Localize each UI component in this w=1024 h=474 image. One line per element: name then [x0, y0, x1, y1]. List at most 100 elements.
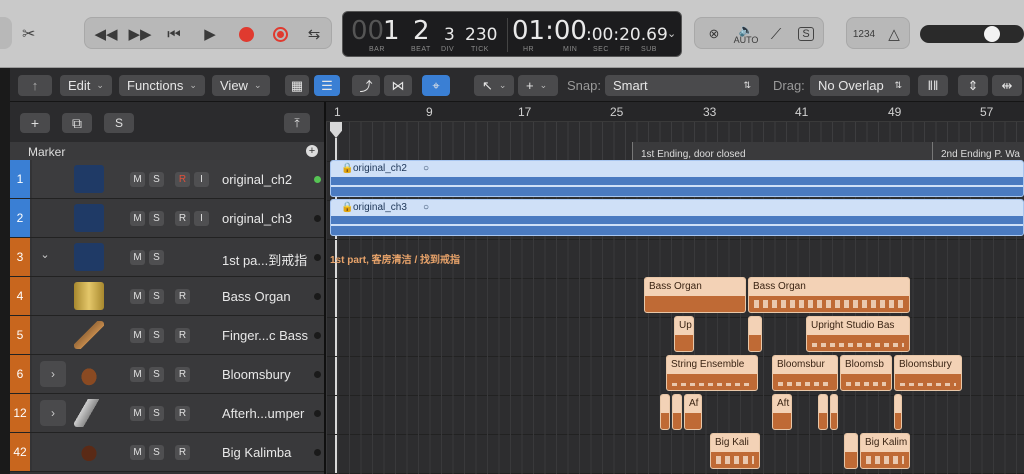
play-icon[interactable]: ▶	[193, 18, 227, 50]
folder-region-label[interactable]: 1st part, 客房清洁 / 找到戒指	[330, 251, 460, 266]
go-to-beginning-icon[interactable]: ⏮	[157, 18, 191, 50]
midi-region[interactable]	[748, 316, 762, 352]
auto-button[interactable]: 🔈 AUTO	[729, 18, 763, 50]
midi-region[interactable]: String Ensemble	[666, 355, 758, 391]
secondary-tool-menu[interactable]: + ⌄	[518, 75, 558, 96]
record-enable-button[interactable]: R	[175, 211, 190, 226]
track-header[interactable]: M S R Bass Organ	[32, 277, 324, 315]
midi-region[interactable]: Aft	[772, 394, 792, 430]
back-arrow-button[interactable]: ↑	[18, 75, 52, 96]
midi-region[interactable]: Big Kalim	[860, 433, 910, 469]
chevron-down-icon[interactable]: ⌄	[667, 27, 676, 40]
midi-region[interactable]	[672, 394, 682, 430]
volume-knob[interactable]	[984, 26, 1000, 42]
chevron-right-icon[interactable]: ›	[40, 361, 66, 387]
record-enable-button[interactable]: R	[175, 328, 190, 343]
midi-region[interactable]: Bloomsb	[840, 355, 892, 391]
mute-button[interactable]: M	[130, 211, 145, 226]
list-view-icon[interactable]: ☰	[314, 75, 340, 96]
scissors-icon[interactable]: ✂	[22, 24, 35, 44]
solo-icon[interactable]: S	[789, 18, 823, 50]
midi-region[interactable]: Bloomsbury	[894, 355, 962, 391]
mute-button[interactable]: M	[130, 328, 145, 343]
track-name[interactable]: original_ch2	[222, 172, 292, 187]
record-enable-button[interactable]: R	[175, 406, 190, 421]
count-in-button[interactable]: 1234	[847, 18, 881, 50]
track-header[interactable]: ⌄ M S 1st pa...到戒指	[32, 238, 324, 276]
midi-region[interactable]: Big Kali	[710, 433, 760, 469]
edit-menu[interactable]: Edit ⌄	[60, 75, 112, 96]
track-row[interactable]: 5 M S R Finger...c Bass	[10, 316, 324, 355]
chevron-down-icon[interactable]: ⌄	[36, 248, 54, 266]
solo-button[interactable]: S	[149, 445, 164, 460]
mute-button[interactable]: M	[130, 289, 145, 304]
waveform-zoom-icon[interactable]: ‖‖	[918, 75, 948, 96]
solo-button[interactable]: S	[149, 250, 164, 265]
track-name[interactable]: original_ch3	[222, 211, 292, 226]
vertical-zoom-icon[interactable]: ⇕	[958, 75, 988, 96]
record-enable-button[interactable]: R	[175, 289, 190, 304]
midi-region[interactable]	[830, 394, 838, 430]
automation-icon[interactable]: ⤴	[352, 75, 380, 96]
record-enable-button[interactable]: R	[175, 445, 190, 460]
mute-button[interactable]: M	[130, 367, 145, 382]
track-name[interactable]: Finger...c Bass	[222, 328, 308, 343]
input-monitor-button[interactable]: I	[194, 172, 209, 187]
solo-button[interactable]: S	[149, 406, 164, 421]
track-header[interactable]: M S R I original_ch3	[32, 199, 324, 237]
track-header[interactable]: M S R I original_ch2	[32, 160, 324, 198]
track-header[interactable]: M S R Big Kalimba	[32, 433, 324, 471]
mute-button[interactable]: M	[130, 172, 145, 187]
record-enable-button[interactable]: R	[175, 367, 190, 382]
midi-region[interactable]: Af	[684, 394, 702, 430]
track-header[interactable]: › M S R Bloomsbury	[32, 355, 324, 393]
mute-button[interactable]: M	[130, 250, 145, 265]
arrange-area[interactable]: 1 9 17 25 33 41 49 57 1st Ending, door c…	[326, 102, 1024, 474]
solo-button[interactable]: S	[149, 172, 164, 187]
audio-region[interactable]: 🔒 original_ch3 ○	[330, 199, 1024, 236]
track-header[interactable]: › M S R Afterh...umper	[32, 394, 324, 432]
track-row[interactable]: 4 M S R Bass Organ	[10, 277, 324, 316]
pointer-tool-menu[interactable]: ↖ ⌄	[474, 75, 514, 96]
audio-region[interactable]: 🔒 original_ch2 ○	[330, 160, 1024, 197]
midi-region[interactable]	[818, 394, 828, 430]
midi-region[interactable]	[844, 433, 858, 469]
track-header[interactable]: M S R Finger...c Bass	[32, 316, 324, 354]
marker-region[interactable]: 1st Ending, door closed	[632, 142, 932, 160]
horizontal-zoom-icon[interactable]: ⇹	[992, 75, 1022, 96]
lcd-display[interactable]: 00 1 2 3 230 BAR BEAT DIV TICK 01:00 :00…	[342, 11, 682, 57]
midi-region[interactable]: Up	[674, 316, 694, 352]
midi-region[interactable]: Bloomsbur	[772, 355, 838, 391]
catch-playhead-icon[interactable]: ⌖	[422, 75, 450, 96]
tuner-icon[interactable]: ⟋	[759, 18, 793, 50]
solo-button[interactable]: S	[149, 289, 164, 304]
flex-icon[interactable]: ⋈	[384, 75, 412, 96]
track-row[interactable]: 6 › M S R Bloomsbury	[10, 355, 324, 394]
add-track-button[interactable]: +	[20, 113, 50, 133]
track-name[interactable]: Afterh...umper	[222, 406, 304, 421]
track-name[interactable]: Bass Organ	[222, 289, 291, 304]
midi-region[interactable]	[894, 394, 902, 430]
midi-region[interactable]: Upright Studio Bas	[806, 316, 910, 352]
track-row[interactable]: 2 M S R I original_ch3	[10, 199, 324, 238]
track-row[interactable]: 12 › M S R Afterh...umper	[10, 394, 324, 433]
duplicate-track-icon[interactable]: ⧉	[62, 113, 92, 133]
replace-record-icon[interactable]	[263, 18, 297, 50]
bar-ruler[interactable]: 1 9 17 25 33 41 49 57	[326, 102, 1024, 122]
track-name[interactable]: 1st pa...到戒指	[222, 250, 307, 269]
record-icon[interactable]	[229, 18, 263, 50]
grid-view-icon[interactable]: ▦	[285, 75, 309, 96]
track-row[interactable]: 42 M S R Big Kalimba	[10, 433, 324, 472]
low-latency-icon[interactable]: ⊗	[697, 18, 731, 50]
track-row[interactable]: 1 M S R I original_ch2	[10, 160, 324, 199]
snap-select[interactable]: Smart ⇅	[605, 75, 759, 96]
mute-button[interactable]: M	[130, 406, 145, 421]
solo-global-button[interactable]: S	[104, 113, 134, 133]
functions-menu[interactable]: Functions ⌄	[119, 75, 205, 96]
marker-track[interactable]: Marker +	[10, 142, 324, 160]
solo-button[interactable]: S	[149, 211, 164, 226]
midi-region[interactable]	[660, 394, 670, 430]
solo-button[interactable]: S	[149, 367, 164, 382]
input-monitor-button[interactable]: I	[194, 211, 209, 226]
metronome-icon[interactable]: △	[877, 18, 911, 50]
